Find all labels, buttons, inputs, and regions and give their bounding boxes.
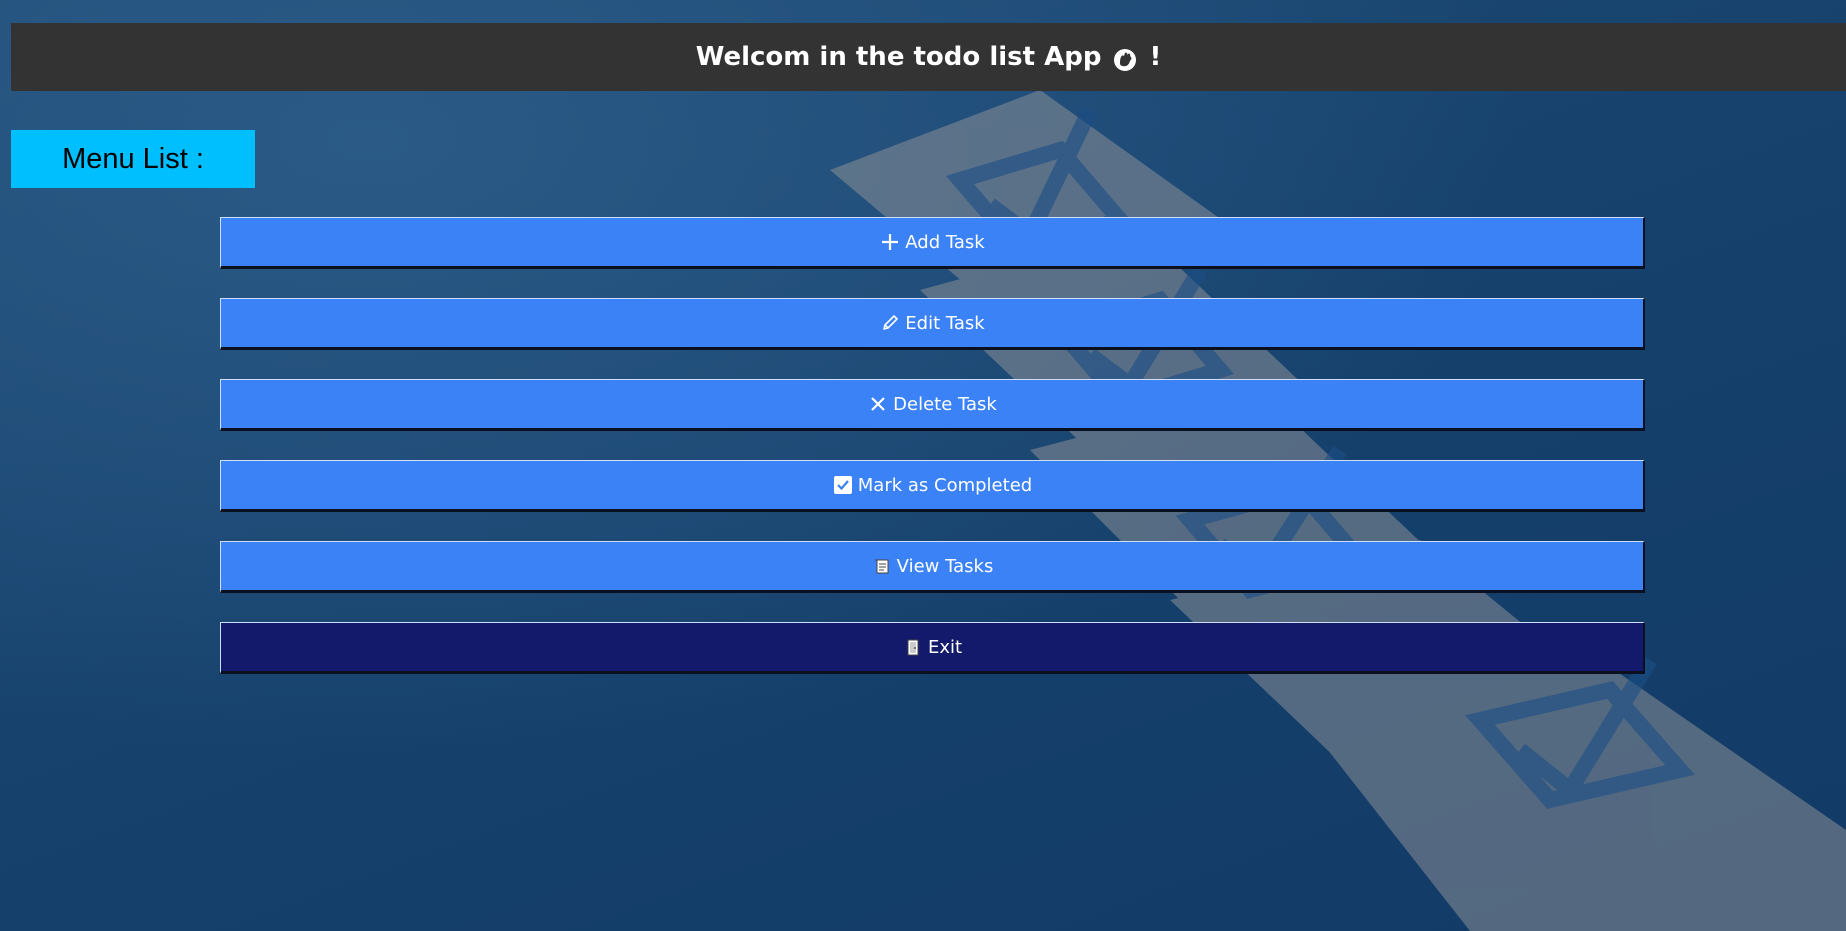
exit-label: Exit <box>927 636 963 658</box>
delete-task-button[interactable]: Delete Task <box>220 379 1645 431</box>
view-tasks-button[interactable]: View Tasks <box>220 541 1645 593</box>
view-tasks-label: View Tasks <box>896 555 994 577</box>
waving-hand-icon <box>1111 46 1139 74</box>
add-task-button[interactable]: Add Task <box>220 217 1645 269</box>
menu-buttons: Add Task Edit Task Delete Task Mark as C… <box>220 217 1645 703</box>
edit-task-button[interactable]: Edit Task <box>220 298 1645 350</box>
app-header: Welcom in the todo list App ! <box>11 23 1846 91</box>
delete-task-label: Delete Task <box>893 393 997 415</box>
header-exclamation: ! <box>1149 42 1162 72</box>
x-icon <box>867 393 889 415</box>
exit-button[interactable]: Exit <box>220 622 1645 674</box>
menu-list-label: Menu List : <box>11 130 255 188</box>
add-task-label: Add Task <box>905 231 985 253</box>
door-icon <box>902 636 924 658</box>
edit-task-label: Edit Task <box>905 312 985 334</box>
header-title: Welcom in the todo list App <box>695 42 1102 72</box>
pencil-icon <box>879 312 901 334</box>
mark-completed-label: Mark as Completed <box>857 474 1033 496</box>
plus-icon <box>879 231 901 253</box>
mark-completed-button[interactable]: Mark as Completed <box>220 460 1645 512</box>
checkbox-icon <box>832 474 854 496</box>
scroll-icon <box>871 555 893 577</box>
